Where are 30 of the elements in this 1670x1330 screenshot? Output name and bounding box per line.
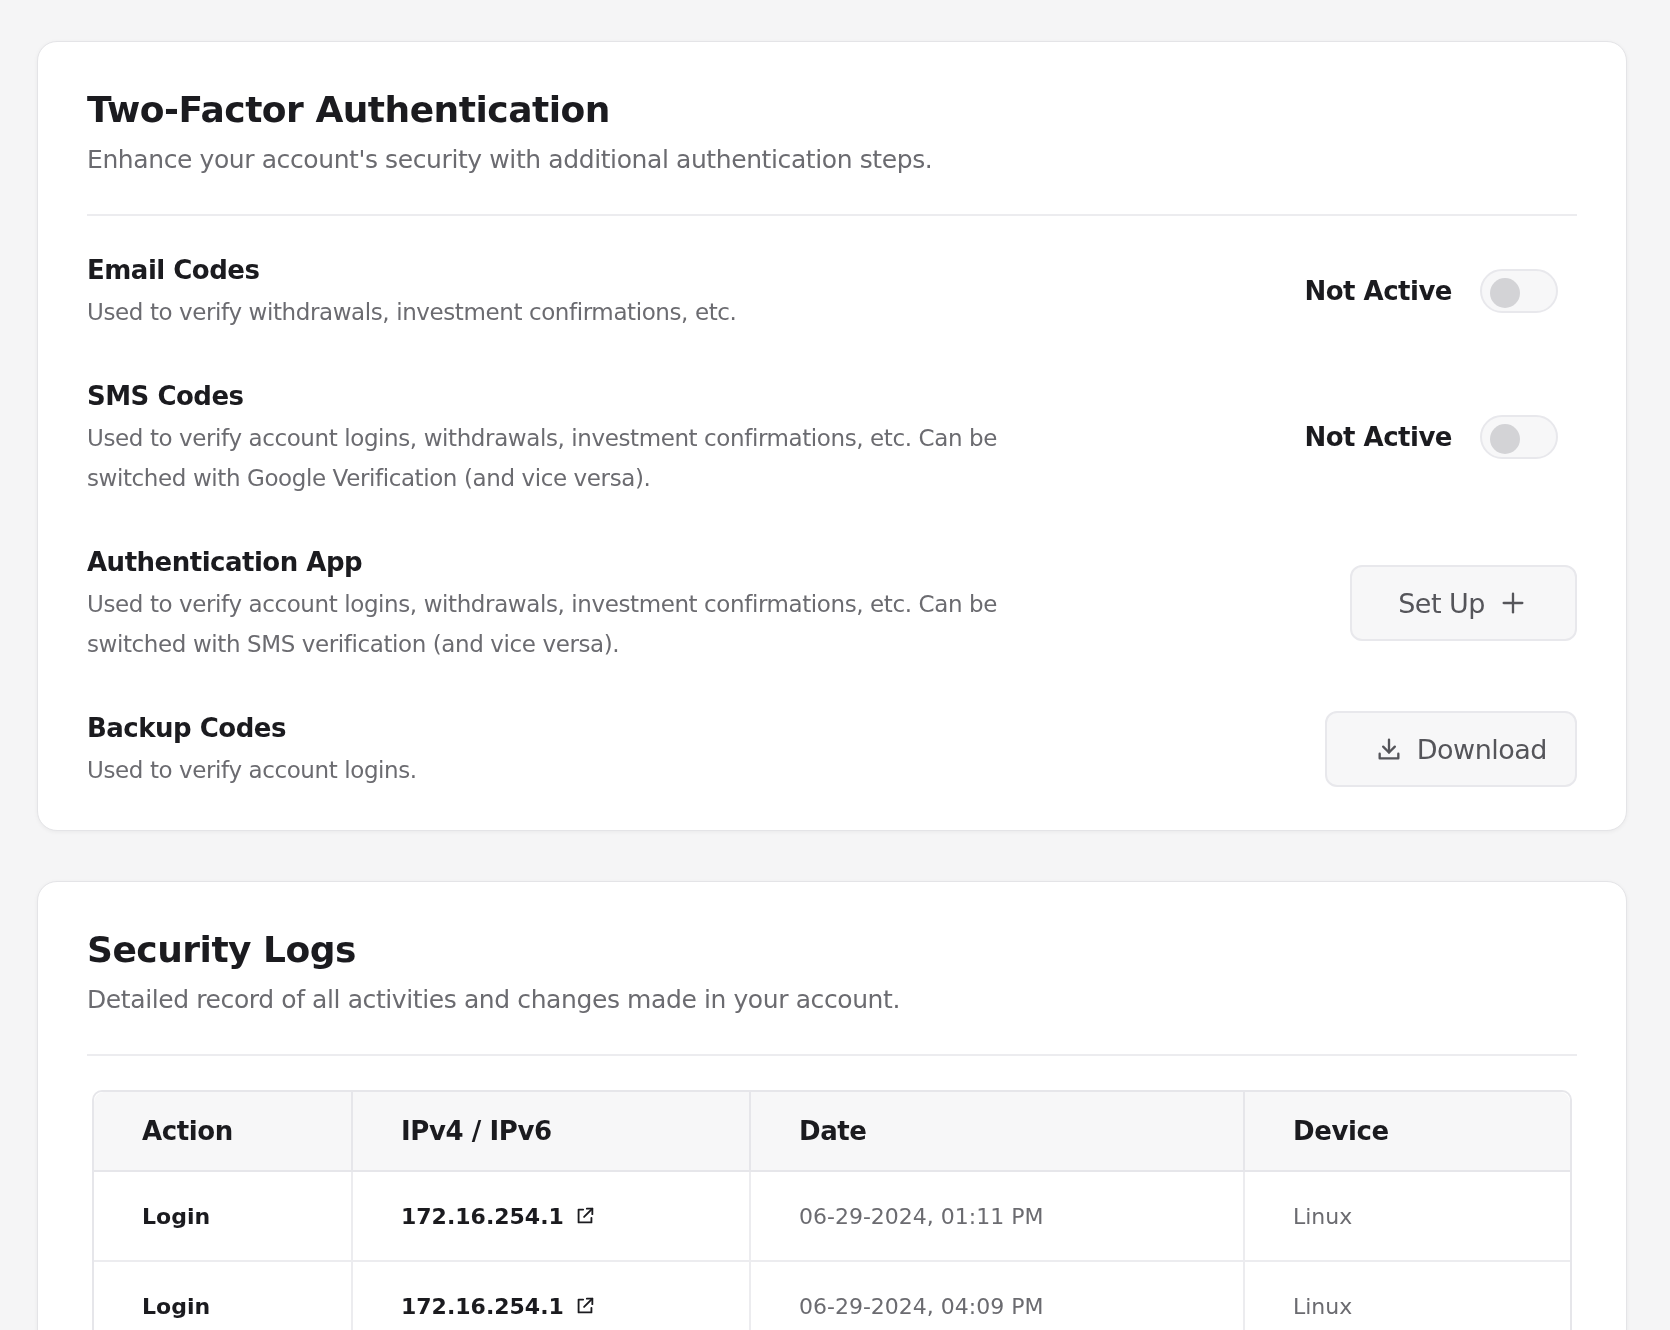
method-title: SMS Codes xyxy=(87,380,245,413)
status-label: Not Active xyxy=(1304,276,1452,306)
method-description: Used to verify account logins. xyxy=(87,756,417,785)
method-description: Used to verify account logins, withdrawals, investment confirmations, etc. Can be switched with Google Verification (and vice versa). xyxy=(87,424,998,493)
column-header: Device xyxy=(1245,1092,1570,1172)
ip-address: 172.16.254.1 xyxy=(401,1203,564,1229)
section-subtitle: Detailed record of all activities and changes made in your account. xyxy=(87,984,901,1016)
method-description: Used to verify withdrawals, investment confirmations, etc. xyxy=(87,298,737,327)
table-cell: 06-29-2024, 01:11 PM xyxy=(751,1172,1245,1262)
method-title: Email Codes xyxy=(87,254,261,287)
method-title: Backup Codes xyxy=(87,712,287,745)
section-title: Two-Factor Authentication xyxy=(87,88,611,132)
status-label: Not Active xyxy=(1304,422,1452,452)
table-cell: 06-29-2024, 04:09 PM xyxy=(751,1262,1245,1330)
download-button[interactable]: Download xyxy=(1324,711,1577,787)
table-cell: Login xyxy=(94,1172,353,1262)
column-header: IPv4 / IPv6 xyxy=(353,1092,751,1172)
method-title: Authentication App xyxy=(87,546,364,579)
method-description: Used to verify account logins, withdrawals, investment confirmations, etc. Can be switched with SMS verification (and vice versa). xyxy=(87,590,998,659)
section-title: Security Logs xyxy=(87,928,357,972)
section-subtitle: Enhance your account's security with additional authentication steps. xyxy=(87,144,934,176)
ip-address: 172.16.254.1 xyxy=(401,1293,564,1319)
table-cell: Linux xyxy=(1245,1262,1570,1330)
column-header: Action xyxy=(94,1092,353,1172)
toggle-switch[interactable] xyxy=(1480,269,1558,313)
column-header: Date xyxy=(751,1092,1245,1172)
table-cell: Linux xyxy=(1245,1172,1570,1262)
table-cell: Login xyxy=(94,1262,353,1330)
setup-button[interactable]: Set Up xyxy=(1350,565,1577,641)
toggle-switch[interactable] xyxy=(1480,415,1558,459)
